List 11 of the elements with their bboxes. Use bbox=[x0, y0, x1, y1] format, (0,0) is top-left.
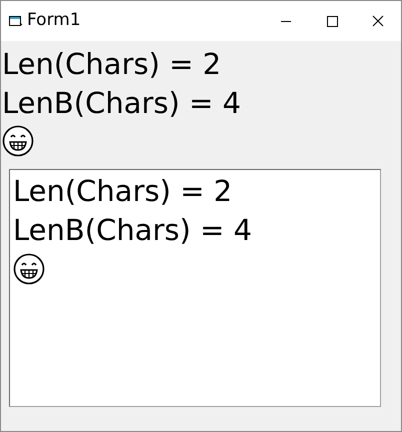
label: LenB(Chars) = 4 bbox=[2, 85, 242, 122]
label: Len(Chars) = 2 bbox=[2, 46, 222, 83]
grinning-face-icon bbox=[2, 125, 34, 157]
grinning-face-icon bbox=[13, 253, 45, 285]
maximize-icon bbox=[326, 15, 338, 27]
text-line: Len(Chars) = 2 bbox=[13, 173, 232, 210]
close-icon bbox=[372, 15, 384, 27]
text-box[interactable]: Len(Chars) = 2 LenB(Chars) = 4 bbox=[9, 169, 381, 407]
app-icon bbox=[9, 15, 23, 27]
text-line: LenB(Chars) = 4 bbox=[13, 212, 252, 249]
window-title: Form1 bbox=[27, 9, 81, 32]
